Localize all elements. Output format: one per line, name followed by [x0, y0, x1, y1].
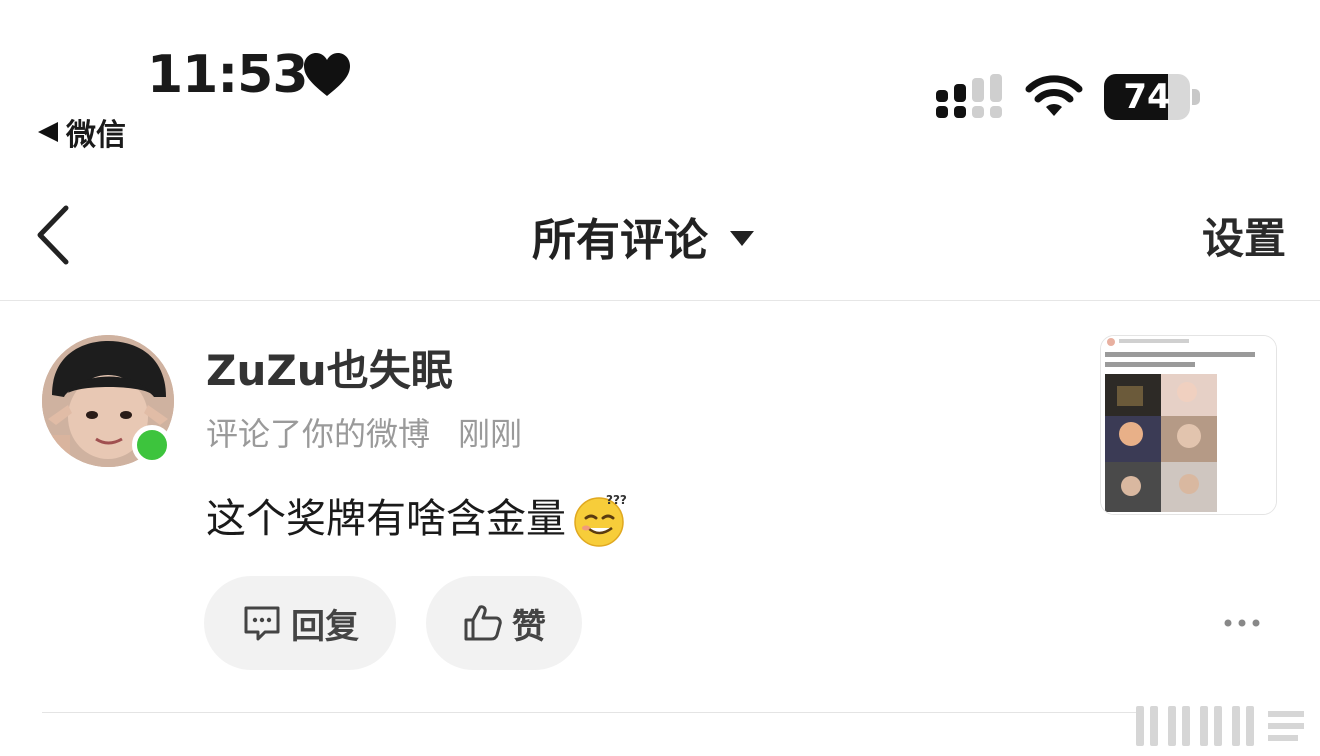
reply-button[interactable]: 回复	[204, 576, 396, 670]
battery-cap	[1192, 89, 1200, 105]
battery-body: 74	[1104, 74, 1190, 120]
comment-body: 这个奖牌有啥含金量 ???	[206, 490, 630, 548]
comment-action: 评论了你的微博	[206, 415, 431, 453]
settings-button[interactable]: 设置	[1202, 210, 1286, 268]
comment-meta: 评论了你的微博 刚刚	[206, 412, 522, 456]
more-icon[interactable]	[1222, 612, 1262, 634]
heart-icon	[304, 53, 350, 96]
status-time: 11:53	[147, 45, 309, 105]
signal-icon	[936, 74, 1002, 118]
comment-filter-dropdown[interactable]: 所有评论	[532, 206, 754, 266]
battery-level: 74	[1123, 77, 1171, 117]
username[interactable]: ZuZu也失眠	[206, 344, 453, 398]
online-status-badge	[132, 425, 172, 465]
wifi-icon	[1025, 75, 1083, 116]
watermark-icon	[1136, 706, 1304, 746]
nav-divider	[0, 300, 1320, 301]
comment-time: 刚刚	[458, 415, 523, 453]
emoji-confused-icon: ???	[574, 493, 627, 547]
svg-text:???: ???	[606, 493, 627, 507]
like-button[interactable]: 赞	[426, 576, 582, 670]
post-thumbnail-image	[1101, 336, 1276, 514]
reply-label: 回复	[291, 606, 359, 647]
page-title: 所有评论	[532, 215, 708, 266]
comment-text: 这个奖牌有啥含金量	[206, 496, 566, 542]
back-app-label: 微信	[66, 118, 126, 153]
comment-icon	[244, 606, 280, 641]
post-thumbnail[interactable]	[1100, 335, 1277, 515]
caret-down-icon	[730, 230, 754, 246]
battery-icon: 74	[1104, 74, 1200, 120]
list-divider	[42, 712, 1142, 713]
back-triangle-icon	[38, 122, 58, 142]
like-label: 赞	[512, 606, 546, 647]
thumbs-up-icon	[464, 605, 502, 641]
back-to-app-button[interactable]: 微信	[38, 112, 126, 153]
chevron-left-icon[interactable]	[30, 204, 76, 266]
